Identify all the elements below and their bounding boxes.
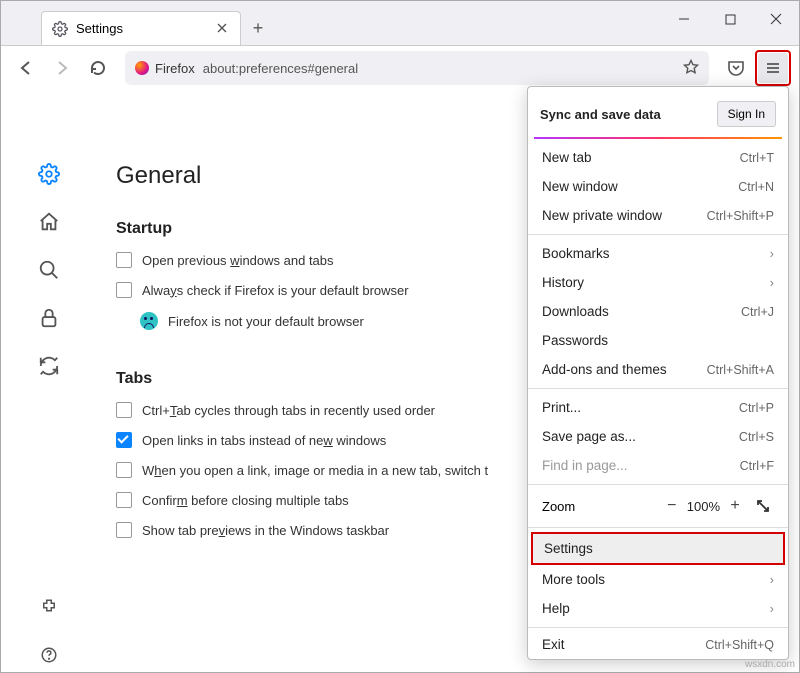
- sidebar-home[interactable]: [32, 205, 66, 239]
- menu-separator: [528, 627, 788, 628]
- new-tab-button[interactable]: +: [241, 11, 275, 45]
- url-text: about:preferences#general: [203, 61, 675, 76]
- sidebar-search[interactable]: [32, 253, 66, 287]
- menu-print[interactable]: Print...Ctrl+P: [528, 393, 788, 422]
- checkbox-icon: [116, 252, 132, 268]
- sidebar: [1, 92, 96, 672]
- menu-sync-header: Sync and save data Sign In: [528, 93, 788, 137]
- chevron-right-icon: ›: [770, 572, 774, 587]
- gradient-divider: [534, 137, 782, 139]
- menu-new-window[interactable]: New windowCtrl+N: [528, 172, 788, 201]
- minimize-button[interactable]: [661, 1, 707, 37]
- toolbar: Firefox about:preferences#general: [1, 46, 799, 90]
- watermark: wsxdn.com: [745, 659, 795, 670]
- titlebar: Settings +: [1, 1, 799, 46]
- hamburger-highlight: [755, 50, 791, 86]
- sidebar-extensions[interactable]: [32, 590, 66, 624]
- chevron-right-icon: ›: [770, 246, 774, 261]
- menu-new-private-window[interactable]: New private windowCtrl+Shift+P: [528, 201, 788, 230]
- zoom-value: 100%: [683, 499, 724, 514]
- chevron-right-icon: ›: [770, 601, 774, 616]
- checkbox-icon: [116, 432, 132, 448]
- close-icon[interactable]: [214, 18, 230, 39]
- fullscreen-button[interactable]: [752, 495, 774, 517]
- tab-settings[interactable]: Settings: [41, 11, 241, 45]
- close-window-button[interactable]: [753, 1, 799, 37]
- sign-in-button[interactable]: Sign In: [717, 101, 776, 127]
- checkbox-icon: [116, 282, 132, 298]
- menu-bookmarks[interactable]: Bookmarks›: [528, 239, 788, 268]
- zoom-in-button[interactable]: +: [724, 495, 746, 517]
- forward-button[interactable]: [45, 51, 79, 85]
- checkbox-icon: [116, 402, 132, 418]
- app-menu: Sync and save data Sign In New tabCtrl+T…: [527, 86, 789, 660]
- checkbox-icon: [116, 492, 132, 508]
- firefox-icon: [135, 61, 149, 75]
- menu-separator: [528, 484, 788, 485]
- sidebar-privacy[interactable]: [32, 301, 66, 335]
- menu-exit[interactable]: ExitCtrl+Shift+Q: [528, 632, 788, 657]
- bookmark-star-icon[interactable]: [683, 59, 699, 78]
- maximize-button[interactable]: [707, 1, 753, 37]
- menu-passwords[interactable]: Passwords: [528, 326, 788, 355]
- address-bar[interactable]: Firefox about:preferences#general: [125, 51, 709, 85]
- zoom-out-button[interactable]: −: [661, 495, 683, 517]
- checkbox-icon: [116, 462, 132, 478]
- reload-button[interactable]: [81, 51, 115, 85]
- menu-save-page[interactable]: Save page as...Ctrl+S: [528, 422, 788, 451]
- menu-settings[interactable]: Settings: [533, 534, 783, 563]
- menu-addons[interactable]: Add-ons and themesCtrl+Shift+A: [528, 355, 788, 384]
- hamburger-menu-button[interactable]: [758, 53, 788, 83]
- menu-separator: [528, 527, 788, 528]
- settings-highlight: Settings: [531, 532, 785, 565]
- pocket-button[interactable]: [719, 51, 753, 85]
- menu-separator: [528, 234, 788, 235]
- menu-new-tab[interactable]: New tabCtrl+T: [528, 143, 788, 172]
- menu-downloads[interactable]: DownloadsCtrl+J: [528, 297, 788, 326]
- window-controls: [661, 1, 799, 37]
- firefox-badge: Firefox: [135, 61, 195, 76]
- sidebar-help[interactable]: [32, 638, 66, 672]
- gear-icon: [52, 21, 68, 37]
- menu-find[interactable]: Find in page...Ctrl+F: [528, 451, 788, 480]
- menu-zoom: Zoom − 100% +: [528, 489, 788, 523]
- sidebar-sync[interactable]: [32, 349, 66, 383]
- tabstrip: Settings +: [1, 1, 275, 45]
- menu-more-tools[interactable]: More tools›: [528, 565, 788, 594]
- tab-label: Settings: [76, 21, 214, 36]
- menu-history[interactable]: History›: [528, 268, 788, 297]
- menu-separator: [528, 388, 788, 389]
- sidebar-general[interactable]: [32, 157, 66, 191]
- chevron-right-icon: ›: [770, 275, 774, 290]
- menu-help[interactable]: Help›: [528, 594, 788, 623]
- back-button[interactable]: [9, 51, 43, 85]
- sad-face-icon: [140, 312, 158, 330]
- checkbox-icon: [116, 522, 132, 538]
